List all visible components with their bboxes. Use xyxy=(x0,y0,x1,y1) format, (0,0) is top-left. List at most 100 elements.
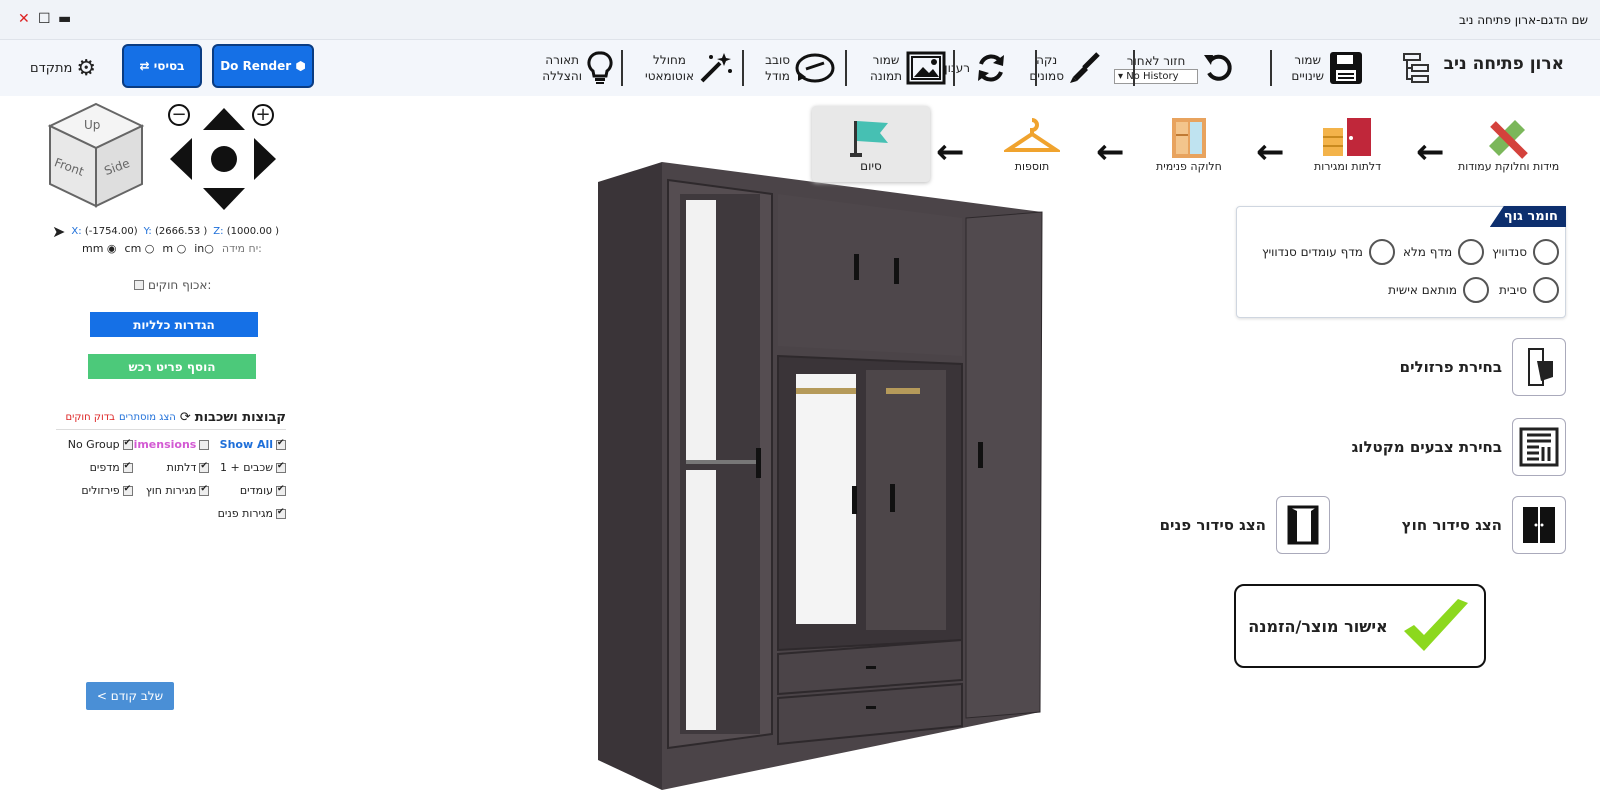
coord-y-label: Y: xyxy=(143,226,152,237)
sync-icon[interactable]: ⟳ xyxy=(180,410,191,425)
layer-checkbox[interactable] xyxy=(199,461,210,473)
enforce-rules-checkbox[interactable] xyxy=(134,280,144,290)
layer-item[interactable]: פירזולים xyxy=(56,484,133,497)
material-fiberboard[interactable]: סיבית xyxy=(1499,277,1559,303)
checkmark-icon xyxy=(1403,599,1468,651)
layer-checkbox[interactable] xyxy=(122,461,133,473)
pan-right-icon[interactable] xyxy=(254,138,276,180)
layer-checkbox[interactable] xyxy=(122,438,133,450)
layer-item[interactable]: Show All xyxy=(209,438,286,451)
zoom-in-icon[interactable]: + xyxy=(252,104,274,126)
undo-icon xyxy=(1204,54,1232,81)
auto-label-2: אוטומאטי xyxy=(645,69,694,83)
step-doors[interactable]: דלתות ומגירות xyxy=(1314,116,1381,173)
advanced-button[interactable]: ⚙ מתקדם xyxy=(30,56,96,81)
layer-label: דלתות xyxy=(166,461,197,474)
center-view-icon[interactable] xyxy=(211,146,237,172)
material-custom[interactable]: מותאם אישית xyxy=(1388,277,1490,303)
layer-item[interactable]: מגירות פנים xyxy=(209,507,286,520)
enforce-rules-row[interactable]: אכוף חוקים: xyxy=(134,278,211,292)
pan-down-icon[interactable] xyxy=(203,188,245,210)
toolbar-separator xyxy=(1270,50,1272,86)
hardware-selection[interactable]: בחירת פרזולים xyxy=(1400,338,1566,396)
save-changes-button[interactable]: שמור שינויים xyxy=(1291,46,1364,90)
units-selector: mm ◉ cm ○ m ○ in○ יח מידה: xyxy=(82,242,262,255)
tree-icon[interactable] xyxy=(1402,52,1432,88)
material-full-shelf[interactable]: מדף מלא xyxy=(1403,239,1485,265)
catalog-colors-selection[interactable]: בחירת צבעים מקטלוג xyxy=(1352,418,1566,476)
wardrobe-model[interactable] xyxy=(596,160,1046,804)
unit-mm[interactable]: mm ◉ xyxy=(82,242,117,255)
layer-checkbox[interactable] xyxy=(199,484,210,496)
layer-checkbox[interactable] xyxy=(199,439,210,450)
step-finish[interactable]: סיום xyxy=(812,106,930,182)
prev-step-button[interactable]: < שלב קודם xyxy=(86,682,174,710)
step-extras[interactable]: תוספות xyxy=(1004,116,1060,173)
layer-item[interactable]: מדפים xyxy=(56,461,133,474)
auto-generator-button[interactable]: מחולל אוטומאטי xyxy=(645,46,734,90)
basic-mode-button[interactable]: ⇄ בסיסי xyxy=(122,44,202,88)
inner-layout-toggle[interactable]: הצג סידור פנים xyxy=(1160,496,1330,554)
coord-z-label: Z: xyxy=(213,226,224,237)
title-bar: ✕ ☐ ▬ שם הדגם-ארון פתיחה ניב xyxy=(0,0,1600,40)
hanger-icon xyxy=(1004,118,1060,152)
material-sandwich[interactable]: סנדוויץ xyxy=(1492,239,1559,265)
advanced-label: מתקדם xyxy=(30,61,73,76)
pan-left-icon[interactable] xyxy=(170,138,192,180)
view-cube[interactable]: Up Front Side xyxy=(46,100,146,214)
lighting-button[interactable]: תאורה והצללה xyxy=(542,46,614,90)
layers-title: קבוצות ושכבות xyxy=(194,410,286,425)
do-render-button[interactable]: Do Render ⬢ xyxy=(212,44,314,88)
toolbar-separator xyxy=(953,50,955,86)
maximize-icon[interactable]: ☐ xyxy=(38,12,51,26)
zoom-out-icon[interactable]: − xyxy=(168,104,190,126)
save-image-button[interactable]: שמור תמונה xyxy=(870,46,946,90)
step-label: סיום xyxy=(860,159,882,173)
unit-in[interactable]: in○ xyxy=(194,242,214,255)
step-label: תוספות xyxy=(1014,160,1050,173)
step-interior[interactable]: חלוקה פנימית xyxy=(1156,116,1222,173)
pan-up-icon[interactable] xyxy=(203,108,245,130)
layer-checkbox[interactable] xyxy=(276,461,286,473)
open-wardrobe-icon xyxy=(1276,496,1330,554)
layer-item[interactable]: עומדים xyxy=(209,484,286,497)
layer-label: פירזולים xyxy=(81,484,120,497)
layer-checkbox[interactable] xyxy=(122,484,133,496)
app-title: ארון פתיחה ניב xyxy=(1443,54,1564,74)
unit-cm[interactable]: cm ○ xyxy=(125,242,155,255)
step-label: חלוקה פנימית xyxy=(1156,160,1222,173)
layer-checkbox[interactable] xyxy=(276,438,286,450)
minimize-icon[interactable]: ▬ xyxy=(58,12,71,26)
confirm-order-button[interactable]: אישור מוצר/הזמנה xyxy=(1234,584,1486,668)
layer-label: No Group xyxy=(67,438,120,451)
layer-item[interactable]: No Group xyxy=(56,438,133,451)
material-title: חומר גוף xyxy=(1489,206,1566,227)
layer-checkbox[interactable] xyxy=(276,507,286,519)
hardware-label: בחירת פרזולים xyxy=(1399,358,1502,376)
rotate-model-button[interactable]: סובב מודל xyxy=(765,46,836,90)
clean-marks-button[interactable]: נקה סמונים xyxy=(1029,46,1102,90)
layer-item[interactable]: מגירות חוץ xyxy=(133,484,210,497)
color-swatch-icon xyxy=(1512,418,1566,476)
light-label-2: והצללה xyxy=(542,69,582,83)
layer-item[interactable]: שכבים + 1 xyxy=(209,461,286,474)
close-window-icon[interactable]: ✕ xyxy=(18,12,30,26)
unit-m[interactable]: m ○ xyxy=(162,242,186,255)
wardrobe-interior-icon xyxy=(1171,118,1206,158)
general-settings-button[interactable]: הגדרות כלליות xyxy=(90,312,258,337)
outer-layout-toggle[interactable]: הצג סידור חוץ xyxy=(1402,496,1566,554)
layer-item[interactable]: דלתות xyxy=(133,461,210,474)
material-shelf-columns-sandwich[interactable]: מדף עומדים סנדוויץ xyxy=(1262,239,1395,265)
window-title: שם הדגם-ארון פתיחה ניב xyxy=(1458,13,1588,27)
history-select[interactable]: ▾ No History xyxy=(1114,68,1198,84)
layer-label: Show All xyxy=(219,438,273,451)
cube-up-label: Up xyxy=(84,118,101,132)
image-icon xyxy=(906,51,946,85)
coord-x-value: (-1754.00) xyxy=(84,226,138,237)
add-purchase-item-button[interactable]: הוסף פריט רכש xyxy=(88,354,256,379)
step-dimensions[interactable]: מידות וחלוקת עמודות xyxy=(1458,116,1559,173)
layer-checkbox[interactable] xyxy=(276,484,286,496)
check-rules-link[interactable]: בדוק חוקים xyxy=(65,412,114,423)
show-hidden-link[interactable]: הצג מוסתרים xyxy=(119,412,176,423)
layer-item[interactable]: imensions xyxy=(133,438,210,451)
